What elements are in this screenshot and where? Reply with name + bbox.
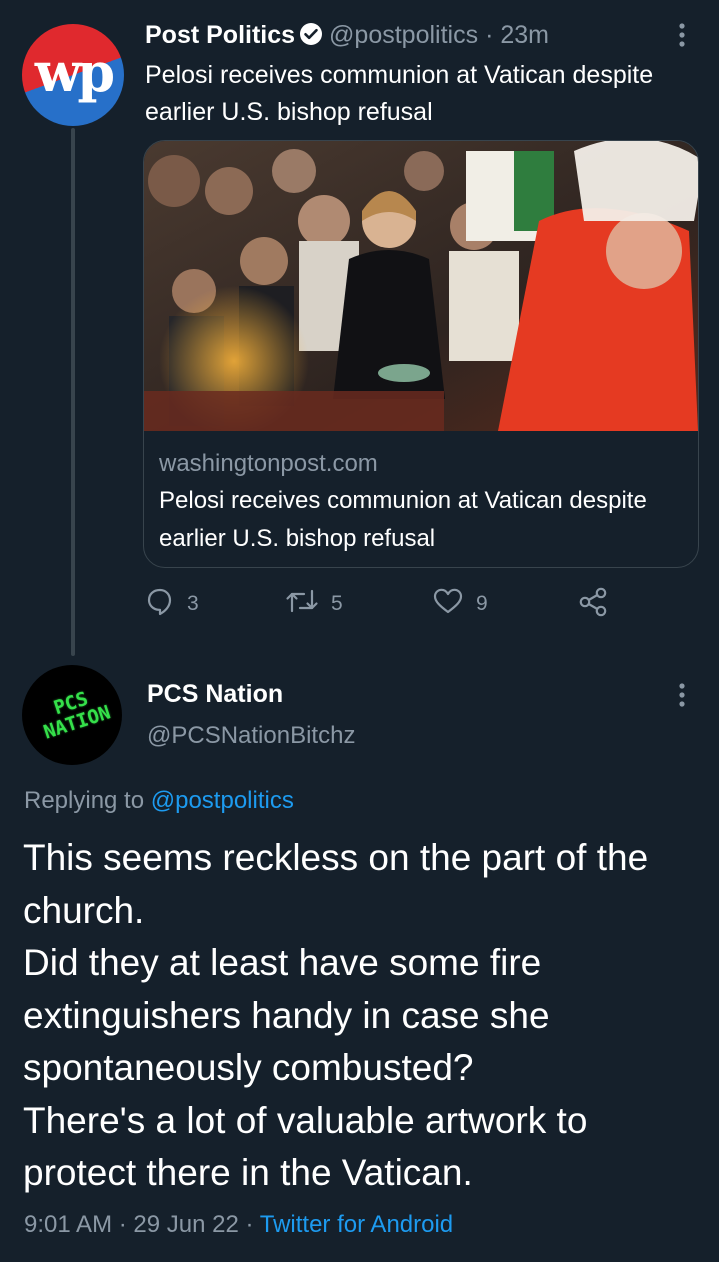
- more-vertical-icon[interactable]: [672, 680, 692, 715]
- article-photo: [144, 141, 698, 431]
- like-button[interactable]: 9: [432, 586, 488, 622]
- avatar[interactable]: wp: [22, 24, 124, 126]
- thread-line: [71, 128, 75, 656]
- share-icon: [577, 586, 609, 624]
- reply-author-handle[interactable]: @PCSNationBitchz: [147, 722, 355, 750]
- retweet-icon: [285, 586, 319, 622]
- heart-icon: [432, 586, 464, 622]
- reply-author-name[interactable]: PCS Nation: [147, 680, 283, 709]
- tweet-metadata: 9:01 AM · 29 Jun 22 · Twitter for Androi…: [24, 1211, 453, 1239]
- more-vertical-icon[interactable]: [672, 20, 692, 55]
- replying-to-link[interactable]: @postpolitics: [151, 787, 294, 814]
- replying-prefix: Replying to: [24, 787, 145, 814]
- retweet-button[interactable]: 5: [285, 586, 343, 622]
- separator: ·: [245, 1211, 254, 1238]
- avatar-text: PCS NATION: [41, 687, 114, 744]
- like-count: 9: [476, 592, 488, 615]
- client-link[interactable]: Twitter for Android: [260, 1211, 453, 1238]
- share-button[interactable]: [577, 586, 609, 624]
- separator: ·: [118, 1211, 127, 1238]
- washington-post-logo: wp: [34, 40, 115, 104]
- tweet-time[interactable]: 23m: [500, 21, 549, 49]
- reply-avatar[interactable]: PCS NATION: [22, 665, 122, 765]
- author-name[interactable]: Post Politics: [145, 21, 295, 49]
- reply-count: 3: [187, 592, 199, 615]
- link-card[interactable]: washingtonpost.com Pelosi receives commu…: [143, 140, 699, 568]
- reply-icon: [145, 586, 175, 622]
- retweet-count: 5: [331, 592, 343, 615]
- tweet-header: Post Politics @postpolitics · 23m: [145, 18, 549, 55]
- author-handle[interactable]: @postpolitics: [329, 21, 478, 49]
- reply-button[interactable]: 3: [145, 586, 199, 622]
- verified-badge-icon: [299, 21, 323, 55]
- reply-text: This seems reckless on the part of the c…: [23, 837, 649, 1193]
- separator: ·: [485, 21, 494, 49]
- replying-to: Replying to @postpolitics: [24, 787, 294, 815]
- card-domain: washingtonpost.com: [159, 450, 378, 477]
- reply-date[interactable]: 29 Jun 22: [133, 1211, 238, 1238]
- reply-time[interactable]: 9:01 AM: [24, 1211, 112, 1238]
- card-title: Pelosi receives communion at Vatican des…: [159, 487, 647, 552]
- tweet-text: Pelosi receives communion at Vatican des…: [145, 61, 654, 126]
